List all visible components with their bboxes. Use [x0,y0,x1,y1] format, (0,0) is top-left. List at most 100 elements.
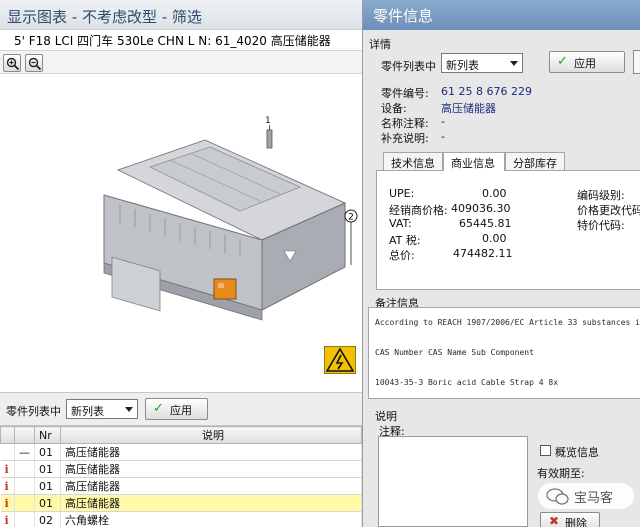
part-list-select[interactable]: 新列表 [441,53,523,73]
tab-technical-info[interactable]: 技术信息 [383,152,443,170]
zoom-in-button[interactable] [3,54,21,72]
vat-value: 65445.81 [459,217,512,230]
part-list-label: 零件列表中 [381,60,436,73]
at-tax-label: AT 税: [389,234,421,247]
info-icon[interactable]: i [5,497,9,510]
callout-1-label[interactable]: 1 [265,116,271,126]
battery-illustration: 2 [103,125,358,321]
info-icon[interactable]: i [5,480,9,493]
nr-cell: 01 [34,494,61,512]
notes-line: According to REACH 1907/2006/EC Article … [375,318,640,327]
device-label: 设备: [381,102,407,115]
mark-cell [14,477,35,495]
remark-input[interactable] [378,436,528,527]
zoom-in-icon [6,57,20,71]
parts-list-select-value: 新列表 [71,405,104,418]
description-cell: 高压储能器 [60,460,362,478]
watermark-text: 宝马客 [574,491,614,506]
price-change-code-label: 价格更改代码 [577,204,640,217]
notes-line: 10043-35-3 Boric acid Cable Strap 4 8x [375,378,559,387]
valid-until-label: 有效期至: [537,467,585,480]
description-cell: 六角螺栓 [60,511,362,527]
checkmark-icon: ✓ [153,401,164,416]
total-price-label: 总价: [389,249,415,262]
callout-2-label[interactable]: 2 [348,213,354,223]
notes-line: CAS Number CAS Name Sub Component [375,348,534,357]
delete-button[interactable]: ✖ 删除 [540,512,600,527]
zoom-out-button[interactable] [25,54,43,72]
zoom-toolbar [0,50,362,74]
description-cell: 高压储能器 [60,443,362,461]
info-icon[interactable]: i [5,514,9,527]
checkmark-icon: ✓ [557,54,568,69]
table-row[interactable]: i 01 高压储能器 [0,460,362,478]
vat-label: VAT: [389,217,412,230]
column-header-mark[interactable] [14,426,35,444]
part-number-label: 零件编号: [381,87,429,100]
table-header-row: Nr 说明 [0,426,362,444]
info-cell: i [0,494,15,512]
parts-list-toolbar: 零件列表中 新列表 ✓ 应用 [0,392,362,426]
parts-list-select[interactable]: 新列表 [66,399,138,419]
nr-cell: 01 [34,460,61,478]
description-cell: 高压储能器 [60,477,362,495]
table-row[interactable]: — 01 高压储能器 [0,443,362,461]
vehicle-breadcrumb: 5' F18 LCI 四门车 530Le CHN L N: 61_4020 高压… [0,30,362,50]
table-row-selected[interactable]: i 01 高压储能器 [0,494,362,512]
chat-icon [546,488,569,505]
info-cell [0,443,15,461]
mark-cell: — [14,443,35,461]
upe-value: 0.00 [482,187,507,200]
table-row[interactable]: i 02 六角螺栓 [0,511,362,527]
info-cell: i [0,477,15,495]
info-icon[interactable]: i [5,463,9,476]
parts-list-label: 零件列表中 [6,405,61,418]
code-level-label: 编码级别: [577,189,625,202]
dealer-price-value: 409036.30 [451,202,511,215]
info-cell: i [0,511,15,527]
column-header-info[interactable] [0,426,15,444]
upe-label: UPE: [389,187,415,200]
special-price-code-label: 特价代码: [577,219,625,232]
notes-text-area[interactable]: According to REACH 1907/2006/EC Article … [368,307,640,399]
watermark-badge: 宝马客 [538,483,634,509]
column-header-description[interactable]: 说明 [60,426,362,444]
overview-checkbox[interactable] [540,445,551,456]
overview-label: 概览信息 [555,446,599,459]
part-apply-button[interactable]: ✓ 应用 [549,51,625,73]
nr-cell: 02 [34,511,61,527]
part-info-title: 零件信息 [363,0,640,30]
table-row[interactable]: i 01 高压储能器 [0,477,362,495]
high-voltage-warning-icon [324,346,356,374]
tab-commercial-info[interactable]: 商业信息 [443,152,505,171]
column-header-nr[interactable]: Nr [34,426,61,444]
nr-cell: 01 [34,477,61,495]
apply-button[interactable]: ✓ 应用 [145,398,208,420]
diagram-window: 显示图表 - 不考虑改型 - 筛选 5' F18 LCI 四门车 530Le C… [0,0,362,527]
remarks-section-label: 说明 [375,410,397,423]
delete-icon: ✖ [549,514,560,527]
part-number-value: 61 25 8 676 229 [441,85,532,98]
description-cell: 高压储能器 [60,494,362,512]
at-tax-value: 0.00 [482,232,507,245]
mark-cell [14,511,35,527]
diagram-window-title: 显示图表 - 不考虑改型 - 筛选 [0,0,362,30]
delete-button-label: 删除 [565,517,587,527]
nr-cell: 01 [34,443,61,461]
parts-table: Nr 说明 — 01 高压储能器 i 01 高压储能器 i 01 高压储能器 i… [0,426,362,527]
parts-diagram[interactable]: 2 [0,75,362,392]
zoom-out-icon [28,57,42,71]
tab-branch-stock[interactable]: 分部库存 [505,152,565,170]
chevron-down-icon [125,407,133,412]
dealer-price-label: 经销商价格: [389,204,448,217]
info-cell: i [0,460,15,478]
supplement-value: - [441,130,445,143]
name-note-value: - [441,115,445,128]
total-price-value: 474482.11 [453,247,513,260]
supplement-label: 补充说明: [381,132,429,145]
side-button[interactable] [633,50,640,74]
part-list-select-value: 新列表 [446,59,479,72]
mark-cell [14,460,35,478]
mark-cell [14,494,35,512]
part-apply-button-label: 应用 [574,57,596,70]
